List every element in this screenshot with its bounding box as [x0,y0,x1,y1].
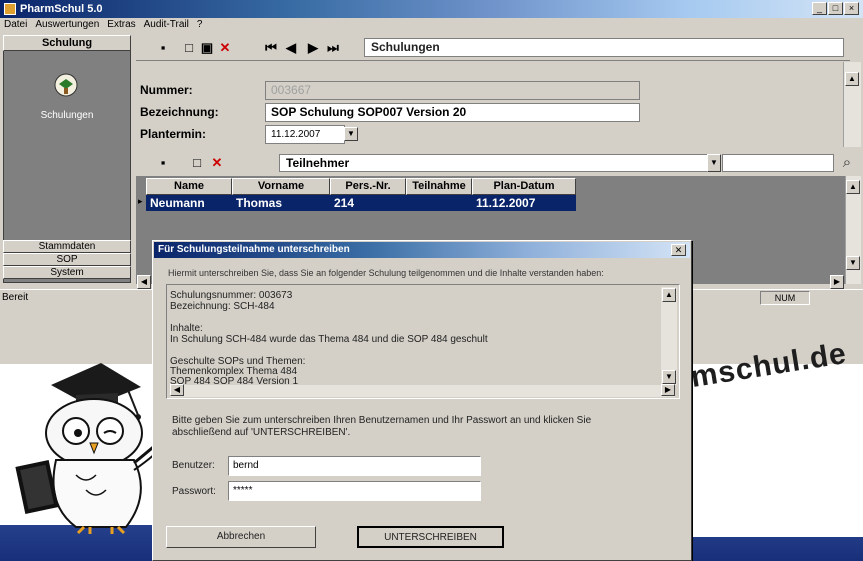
last-record-icon[interactable]: ⏭ [324,40,342,56]
menu-help[interactable]: ? [193,19,207,30]
column-header-plan-datum[interactable]: Plan-Datum [472,178,576,195]
column-header-teilnahme[interactable]: Teilnahme [406,178,472,195]
participant-delete-icon[interactable]: ✕ [208,155,226,171]
info-line: Schulungsnummer: 003673 [170,290,293,301]
schulungen-icon[interactable] [51,70,81,100]
app-icon [4,3,16,16]
participant-new-document-icon[interactable]: □ [188,155,206,171]
bottom-band-gap [692,525,863,537]
cell-plan-datum[interactable]: 11.12.2007 [472,195,576,211]
participants-scroll-up-icon[interactable]: ▲ [846,180,860,194]
dialog-titlebar: Für Schulungsteilnahme unterschreiben [154,242,690,258]
nummer-label: Nummer: [140,83,193,97]
participants-search-input[interactable] [722,154,834,172]
participants-scroll-left-icon[interactable]: ◀ [137,275,151,289]
info-line: Bezeichnung: SCH-484 [170,301,275,312]
info-hscrollbar[interactable] [170,385,675,397]
menu-datei[interactable]: Datei [0,19,31,30]
sign-button[interactable]: UNTERSCHREIBEN [357,526,504,548]
previous-record-icon[interactable]: ◀ [282,40,300,56]
info-scroll-left-icon[interactable]: ◀ [170,384,184,396]
first-record-icon[interactable]: ⏮ [262,40,280,56]
participants-scroll-right-icon[interactable]: ▶ [830,275,844,289]
delete-icon[interactable]: ✕ [216,40,234,56]
info-scroll-right-icon[interactable]: ▶ [661,384,675,396]
next-record-icon[interactable]: ▶ [304,40,322,56]
participants-dropdown-icon[interactable]: ▼ [707,154,721,172]
column-header-vorname[interactable]: Vorname [232,178,330,195]
info-scroll-down-icon[interactable]: ▼ [662,370,676,384]
menubar: Datei Auswertungen Extras Audit-Trail? [0,18,863,32]
maximize-button[interactable]: □ [828,2,843,15]
dialog-intro-text: Hiermit unterschreiben Sie, dass Sie an … [168,268,604,278]
benutzer-input[interactable]: bernd [228,456,481,476]
search-icon[interactable]: ⌕ [837,153,857,173]
instruction-text: Bitte geben Sie zum unterschreiben Ihren… [172,415,592,438]
participants-header: Name Vorname Pers.-Nr. Teilnahme Plan-Da… [146,178,576,195]
nav-header-schulung[interactable]: Schulung [3,35,131,51]
cell-persnr[interactable]: 214 [330,195,406,211]
column-header-name[interactable]: Name [146,178,232,195]
plantermin-dropdown-icon[interactable]: ▼ [344,127,358,141]
window-title: PharmSchul 5.0 [20,3,103,15]
benutzer-label: Benutzer: [172,460,215,471]
new-document-icon[interactable]: □ [180,40,198,56]
window-controls: _ □ × [812,2,859,15]
column-header-persnr[interactable]: Pers.-Nr. [330,178,406,195]
close-button[interactable]: × [844,2,859,15]
plantermin-field[interactable]: 11.12.2007 [265,125,345,144]
cell-name[interactable]: Neumann [146,195,232,211]
status-text: Bereit [2,292,29,303]
new-record-icon[interactable]: ▪ [154,40,172,56]
minimize-button[interactable]: _ [812,2,827,15]
info-line: Inhalte: [170,323,203,334]
window-titlebar: PharmSchul 5.0 [0,0,863,18]
participants-title: Teilnehmer [279,154,708,172]
form-scroll-up-icon[interactable]: ▲ [845,72,859,86]
participants-scroll-down-icon[interactable]: ▼ [846,256,860,270]
bezeichnung-label: Bezeichnung: [140,105,219,119]
nummer-field: 003667 [265,81,640,100]
passwort-label: Passwort: [172,486,216,497]
passwort-input[interactable]: ***** [228,481,481,501]
info-scroll-up-icon[interactable]: ▲ [662,288,676,302]
cancel-button[interactable]: Abbrechen [166,526,316,548]
nav-button-stammdaten[interactable]: Stammdaten [3,240,131,253]
row-indicator-icon: ▸ [138,196,143,206]
bezeichnung-field[interactable]: SOP Schulung SOP007 Version 20 [265,103,640,122]
menu-audit-trail[interactable]: Audit-Trail [140,19,193,30]
cell-vorname[interactable]: Thomas [232,195,330,211]
plantermin-label: Plantermin: [140,127,207,141]
participant-new-record-icon[interactable]: ▪ [154,155,172,171]
table-row[interactable]: Neumann Thomas 214 11.12.2007 [146,195,576,211]
menu-auswertungen[interactable]: Auswertungen [31,19,103,30]
info-line: In Schulung SCH-484 wurde das Thema 484 … [170,334,488,345]
owl-mascot-icon [15,363,173,535]
nav-module-label[interactable]: Schulungen [3,110,131,121]
menu-extras[interactable]: Extras [103,19,139,30]
nav-button-sop[interactable]: SOP [3,253,131,266]
toolbar-title: Schulungen [364,38,844,57]
cell-teilnahme[interactable] [406,195,472,211]
dialog-close-button[interactable]: ✕ [671,244,686,256]
status-num-indicator: NUM [760,291,810,305]
nav-button-system[interactable]: System [3,266,131,279]
save-icon[interactable]: ▣ [198,40,216,56]
